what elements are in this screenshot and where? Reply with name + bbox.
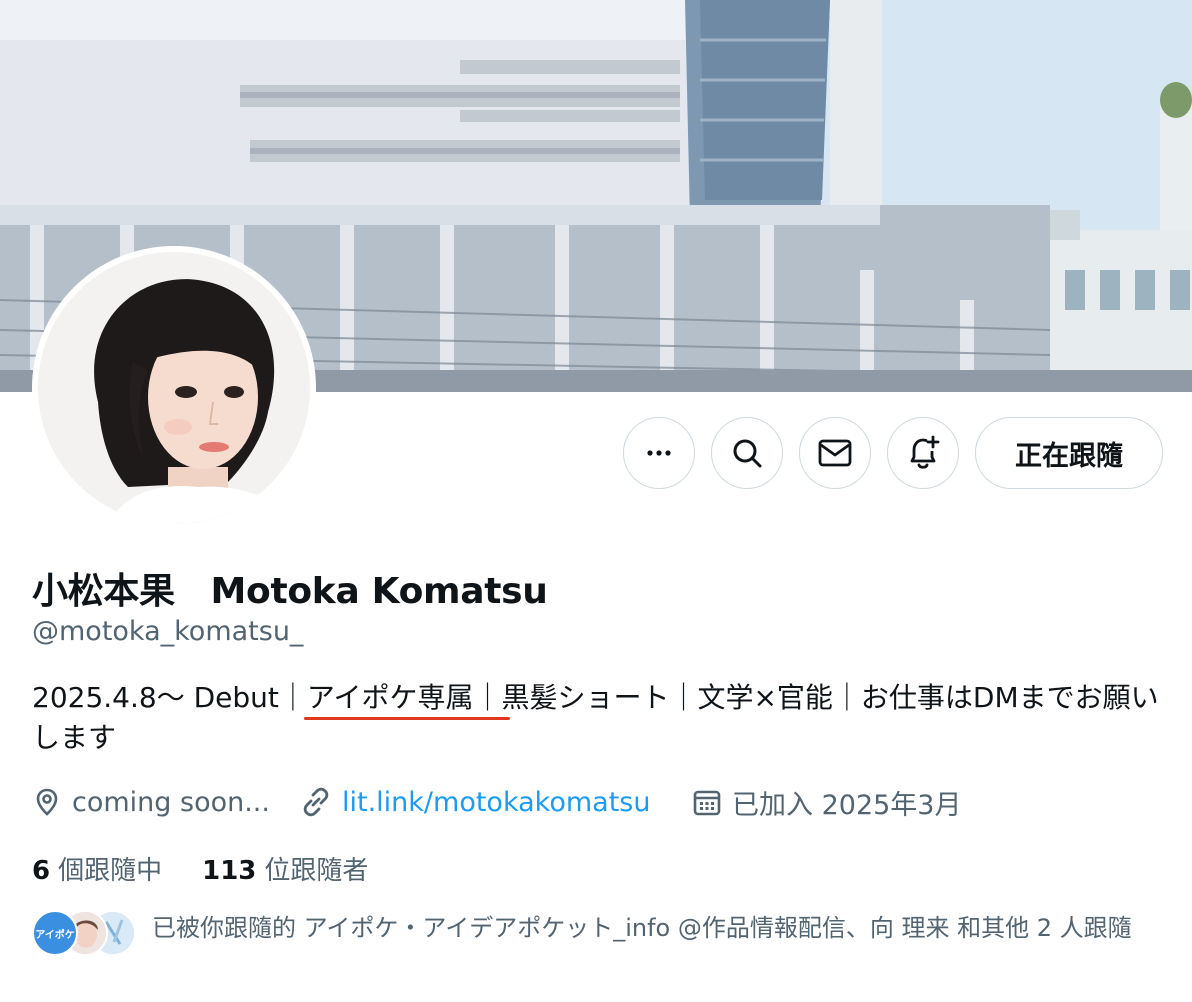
joined-text: 已加入 2025年3月 xyxy=(732,789,962,821)
location-text: coming soon... xyxy=(72,786,270,818)
following-stat[interactable]: 6 個跟隨中 xyxy=(32,850,162,887)
following-count: 6 xyxy=(32,856,51,886)
avatar-photo xyxy=(38,252,310,524)
website-link[interactable]: lit.link/motokakomatsu xyxy=(342,787,650,818)
joined-item: 已加入 2025年3月 xyxy=(692,782,961,822)
notifications-button[interactable] xyxy=(887,417,959,489)
more-horizontal-icon xyxy=(647,450,671,456)
location-pin-icon xyxy=(36,788,58,816)
bio-highlight-underline xyxy=(304,717,510,720)
profile-handle: @motoka_komatsu_ xyxy=(32,616,304,647)
followed-by-avatars: アイポケ xyxy=(32,910,136,960)
following-button[interactable]: 正在跟隨 xyxy=(975,417,1163,489)
followed-by[interactable]: アイポケ xyxy=(32,910,136,960)
website-item[interactable]: lit.link/motokakomatsu xyxy=(300,782,650,822)
display-name: 小松本果 Motoka Komatsu xyxy=(32,571,548,612)
followers-count: 113 xyxy=(202,856,257,886)
follower-avatar-logo-text: アイポケ xyxy=(35,929,75,941)
message-button[interactable] xyxy=(799,417,871,489)
follower-avatar: アイポケ xyxy=(32,910,78,956)
profile-stats: 6 個跟隨中 113 位跟隨者 xyxy=(32,850,368,887)
search-icon xyxy=(733,439,762,468)
envelope-icon xyxy=(818,439,852,467)
more-button[interactable] xyxy=(623,417,695,489)
search-profile-button[interactable] xyxy=(711,417,783,489)
followed-by-text[interactable]: 已被你跟隨的 アイポケ・アイデアポケット_info @作品情報配信、向 理来 和… xyxy=(152,912,1162,944)
following-label: 個跟隨中 xyxy=(58,856,163,886)
profile-avatar[interactable] xyxy=(32,246,316,530)
followers-stat[interactable]: 113 位跟隨者 xyxy=(202,850,368,887)
followers-label: 位跟隨者 xyxy=(264,856,369,886)
profile-bio: 2025.4.8～ Debut｜アイポケ専属｜黒髪ショート｜文学×官能｜お仕事は… xyxy=(32,681,1159,754)
calendar-icon xyxy=(693,790,721,816)
bell-plus-icon xyxy=(910,435,940,469)
link-icon xyxy=(303,787,329,817)
location-item: coming soon... xyxy=(32,782,270,822)
